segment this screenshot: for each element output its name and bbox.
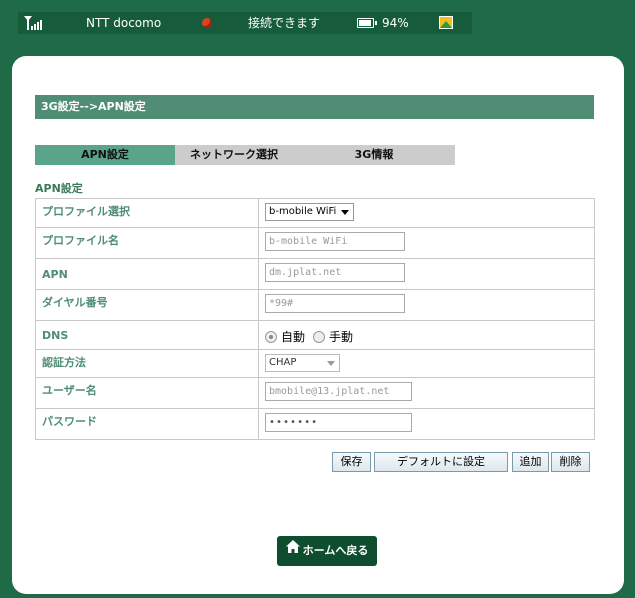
username-label: ユーザー名	[35, 377, 259, 409]
tab-3g-info[interactable]: 3G情報	[293, 145, 455, 165]
dial-number-label: ダイヤル番号	[35, 289, 259, 321]
profile-name-label: プロファイル名	[35, 227, 259, 259]
section-title: APN設定	[35, 182, 83, 195]
apn-label: APN	[35, 258, 259, 290]
dial-number-input[interactable]: *99#	[265, 294, 405, 313]
apn-input[interactable]: dm.jplat.net	[265, 263, 405, 282]
tab-network-select[interactable]: ネットワーク選択	[175, 145, 293, 165]
home-icon	[285, 535, 300, 565]
dns-manual-radio[interactable]	[313, 330, 326, 343]
tab-bar: APN設定 ネットワーク選択 3G情報	[35, 145, 455, 165]
delete-button[interactable]: 削除	[551, 452, 590, 472]
tab-apn-settings[interactable]: APN設定	[35, 145, 175, 165]
battery-icon	[357, 18, 377, 28]
picture-icon[interactable]	[439, 16, 453, 29]
main-panel: 3G設定-->APN設定 APN設定 ネットワーク選択 3G情報 APN設定 プ…	[12, 56, 624, 594]
dns-label: DNS	[35, 320, 259, 350]
profile-name-input[interactable]: b-mobile WiFi	[265, 232, 405, 251]
profile-select-dropdown[interactable]: b-mobile WiFi	[265, 203, 354, 221]
carrier-name: NTT docomo	[86, 16, 162, 30]
password-label: パスワード	[35, 408, 259, 440]
battery-percent: 94%	[382, 16, 409, 30]
chevron-down-icon	[341, 210, 349, 215]
add-button[interactable]: 追加	[512, 452, 549, 472]
dns-auto-radio[interactable]	[265, 330, 277, 343]
set-default-button[interactable]: デフォルトに設定	[374, 452, 508, 472]
action-buttons: 保存 デフォルトに設定 追加 削除	[332, 452, 590, 472]
username-input[interactable]: bmobile@13.jplat.net	[265, 382, 412, 401]
dns-auto-label: 自動	[281, 330, 306, 344]
page-title: 3G設定-->APN設定	[35, 95, 594, 119]
home-button[interactable]: ホームへ戻る	[277, 536, 377, 566]
chevron-down-icon	[327, 361, 335, 366]
password-input[interactable]: •••••••	[265, 413, 412, 432]
apn-settings-table: プロファイル選択 b-mobile WiFi プロファイル名 b-mobile …	[35, 198, 595, 440]
auth-method-label: 認証方法	[35, 349, 259, 378]
signal-icon	[24, 12, 42, 34]
home-button-label: ホームへ戻る	[302, 544, 369, 557]
connection-status: 接続できます	[248, 16, 321, 30]
save-button[interactable]: 保存	[332, 452, 371, 472]
connection-status-icon	[202, 18, 212, 28]
status-bar: NTT docomo 接続できます 94%	[18, 12, 472, 34]
profile-select-value: b-mobile WiFi	[269, 206, 337, 217]
dns-manual-label: 手動	[329, 330, 354, 344]
auth-method-dropdown[interactable]: CHAP	[265, 354, 340, 372]
dns-radio-group: 自動 手動	[265, 325, 588, 345]
auth-method-value: CHAP	[269, 357, 297, 368]
profile-select-label: プロファイル選択	[35, 198, 259, 228]
